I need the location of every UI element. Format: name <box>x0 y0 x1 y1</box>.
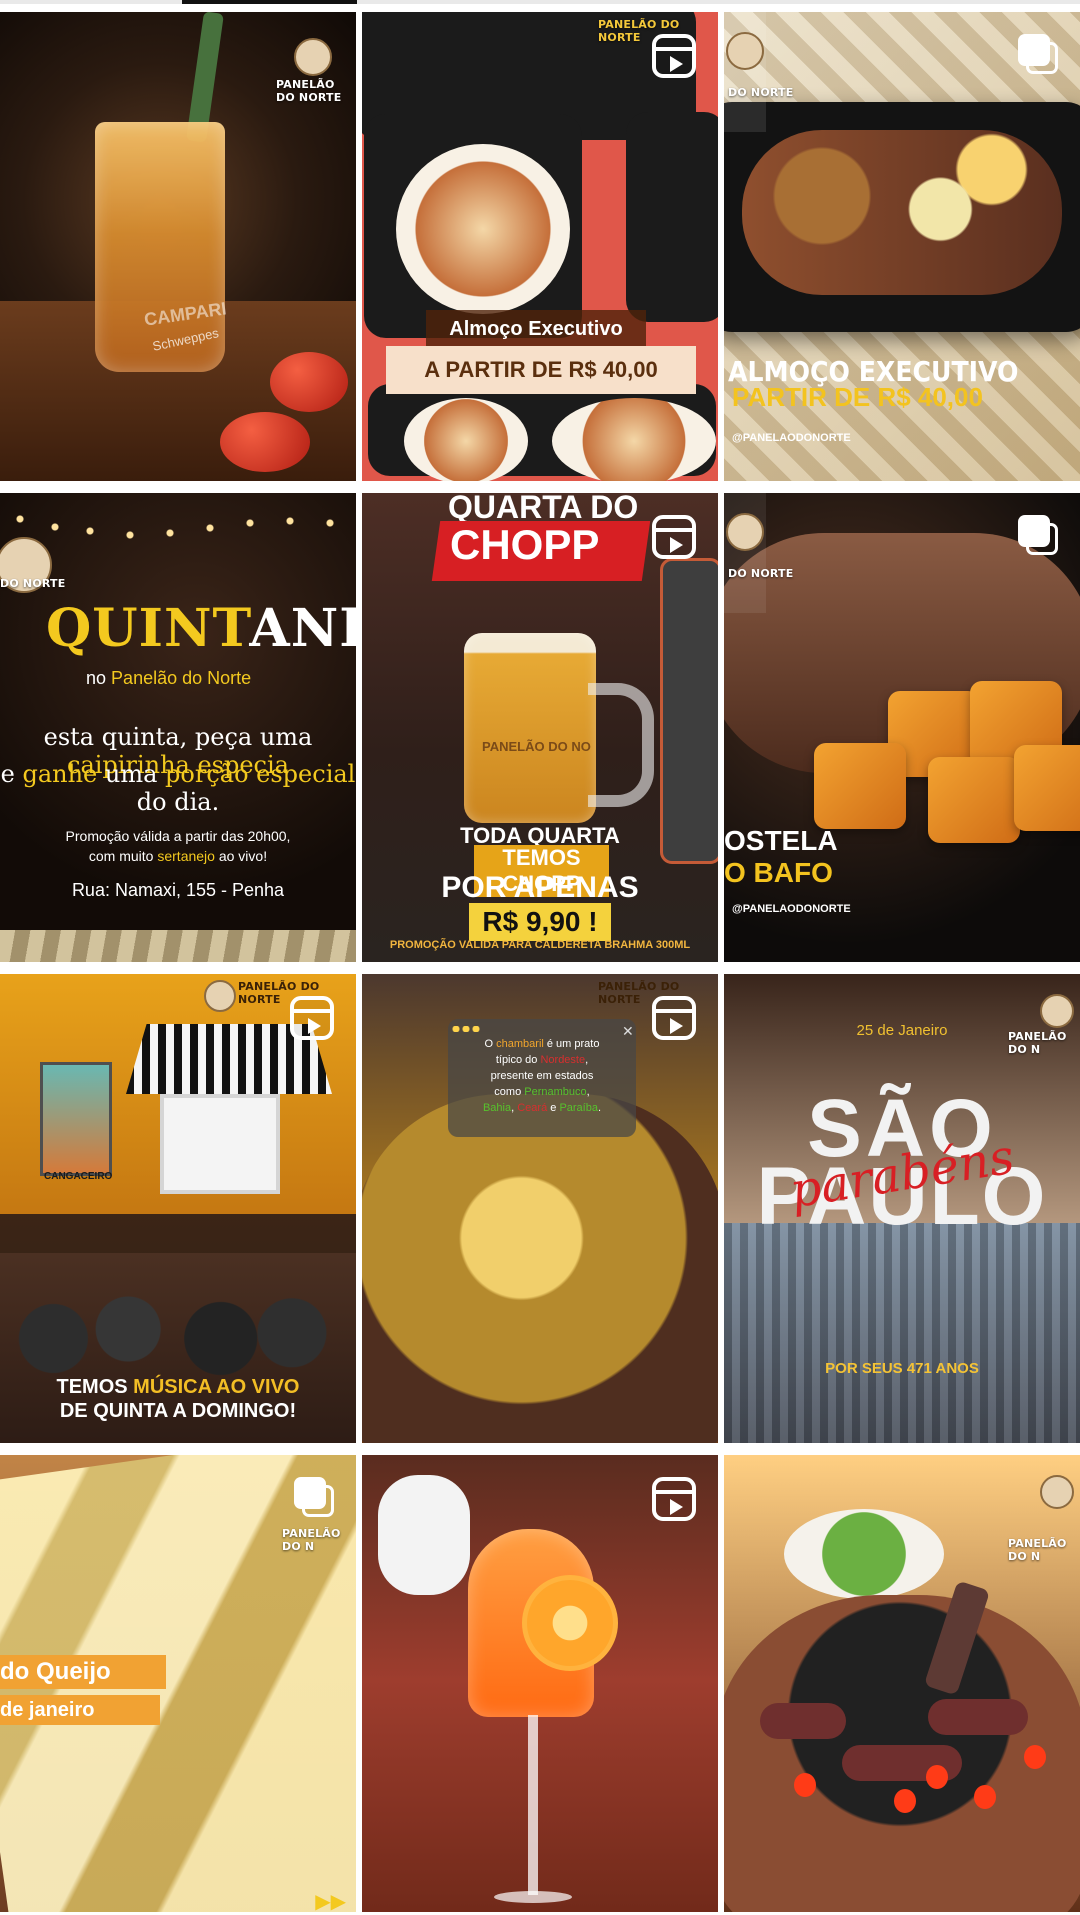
brand-name: PANELÃO DO N <box>282 1527 341 1553</box>
info-card-text: O chambaril é um prato típico do Nordest… <box>482 1038 602 1114</box>
post-tile-4[interactable]: DO NORTE QUINTANEJA no Panelão do Norte … <box>0 493 356 962</box>
pepper <box>894 1789 916 1813</box>
brand-name: DO NORTE <box>728 567 794 580</box>
promo-line-1: do Queijo <box>0 1655 166 1689</box>
carousel-icon <box>1018 34 1058 74</box>
string-lights <box>0 509 356 539</box>
carousel-icon <box>1018 515 1058 555</box>
event-subtitle: no Panelão do Norte <box>86 668 252 688</box>
event-date: 25 de Janeiro <box>856 1022 948 1039</box>
ceramic-decor <box>378 1475 470 1595</box>
brand-logo <box>726 513 764 551</box>
projector-screen <box>160 1094 280 1194</box>
poster-label: CANGACEIRO <box>44 1171 113 1182</box>
mug-brand-text: PANELÃO DO NO <box>482 739 591 754</box>
carousel-dots <box>451 1026 481 1032</box>
reel-icon <box>290 996 334 1040</box>
brand-logo <box>1040 1475 1074 1509</box>
promo-footnote: PROMOÇÃO VALIDA PARA CALDERETA BRAHMA 30… <box>389 939 691 951</box>
brand-name: DO NORTE <box>0 577 66 590</box>
city-skyline <box>724 1223 1080 1443</box>
sausage-piece <box>928 1699 1028 1735</box>
reel-icon <box>652 34 696 78</box>
active-tab-indicator <box>182 0 357 4</box>
cashew-fruit <box>270 352 348 412</box>
orange-slice <box>522 1575 618 1671</box>
promo-line-2: DE QUINTA A DOMINGO! <box>59 1400 297 1422</box>
promo-price: R$ 9,90 ! <box>469 903 611 941</box>
food-bowl <box>404 398 528 481</box>
food-bowl <box>552 398 716 481</box>
dish-title-line-1: OSTELA <box>724 825 838 856</box>
brand-logo <box>726 32 764 70</box>
post-tile-1[interactable]: CAMPARI Schweppes PANELÃO DO NORTE <box>0 12 356 481</box>
post-tile-6[interactable]: DO NORTE OSTELA O BAFO @PANELAODONORTE <box>724 493 1080 962</box>
glass-base <box>494 1891 572 1903</box>
post-tile-5[interactable]: QUARTA DO CHOPP PANELÃO DO NO TODA QUART… <box>362 493 718 962</box>
brand-logo <box>294 38 332 76</box>
sausage-piece <box>760 1703 846 1739</box>
beer-mug <box>464 633 596 823</box>
profile-tabs-underline <box>0 0 1080 4</box>
post-tile-8[interactable]: ✕ O chambaril é um prato típico do Norde… <box>362 974 718 1443</box>
post-grid: CAMPARI Schweppes PANELÃO DO NORTE Almoç… <box>0 12 1080 1912</box>
chambaril-dish <box>362 1094 718 1443</box>
promo-line-2: de janeiro <box>0 1695 160 1725</box>
pepper <box>794 1773 816 1797</box>
post-price: A PARTIR DE R$ 40,00 <box>386 346 696 394</box>
carousel-icon <box>294 1477 334 1517</box>
pepper <box>1024 1745 1046 1769</box>
beer-fridge <box>660 558 718 864</box>
post-tile-11[interactable] <box>362 1455 718 1912</box>
post-title-main: CHOPP <box>450 521 600 568</box>
brand-name: DO NORTE <box>728 86 794 99</box>
post-tile-9[interactable]: PANELÃO DO N 25 de Janeiro SÃO PAULO par… <box>724 974 1080 1443</box>
fried-piece <box>814 743 906 829</box>
food-bowl <box>396 144 570 314</box>
rope-border <box>0 930 356 962</box>
brand-name: PANELÃO DO NORTE <box>276 78 342 104</box>
promo-line-2: e ganhe uma porção especial do dia. <box>0 760 356 816</box>
arrow-indicator: ▶▶ <box>315 1891 346 1912</box>
post-tile-12[interactable]: PANELÃO DO N <box>724 1455 1080 1912</box>
post-tile-10[interactable]: do Queijo de janeiro PANELÃO DO N ▶▶ <box>0 1455 356 1912</box>
fried-piece <box>928 757 1020 843</box>
promo-line-1: TEMOS MÚSICA AO VIVO <box>56 1376 300 1398</box>
post-price: PARTIR DE R$ 40,00 <box>732 382 983 412</box>
address: Rua: Namaxi, 155 - Penha <box>71 880 285 900</box>
post-tile-7[interactable]: CANGACEIRO PANELÃO DO NORTE TEMOS MÚSICA… <box>0 974 356 1443</box>
instagram-handle: @PANELAODONORTE <box>732 432 851 444</box>
side-salad <box>784 1509 944 1599</box>
brand-logo <box>204 980 236 1012</box>
brand-strip <box>724 12 766 132</box>
brand-strip <box>724 493 766 613</box>
mug-handle <box>588 683 654 807</box>
close-icon[interactable]: ✕ <box>622 1023 634 1040</box>
brand-name: PANELÃO DO N <box>1008 1537 1067 1563</box>
reel-icon <box>652 515 696 559</box>
reel-icon <box>652 996 696 1040</box>
food-pan <box>626 112 718 322</box>
promo-line-3: POR APENAS <box>441 871 639 904</box>
reel-icon <box>652 1477 696 1521</box>
pepper <box>926 1765 948 1789</box>
food-plate <box>742 130 1062 295</box>
glass-stem <box>528 1715 538 1895</box>
pepper <box>974 1785 996 1809</box>
event-title: QUINTANEJA <box>46 598 356 659</box>
cashew-fruit <box>220 412 310 472</box>
post-title: Almoço Executivo <box>426 310 646 348</box>
poster-art <box>40 1062 112 1176</box>
promo-details: Promoção válida a partir das 20h00, com … <box>65 828 291 864</box>
post-tile-3[interactable]: DO NORTE ALMOÇO EXECUTIVO PARTIR DE R$ 4… <box>724 12 1080 481</box>
anniversary-subtitle: POR SEUS 471 ANOS <box>825 1360 979 1377</box>
instagram-handle: @PANELAODONORTE <box>732 903 851 915</box>
post-tile-2[interactable]: Almoço Executivo A PARTIR DE R$ 40,00 PA… <box>362 12 718 481</box>
fried-piece <box>1014 745 1080 831</box>
dish-title-line-2: O BAFO <box>724 857 833 888</box>
